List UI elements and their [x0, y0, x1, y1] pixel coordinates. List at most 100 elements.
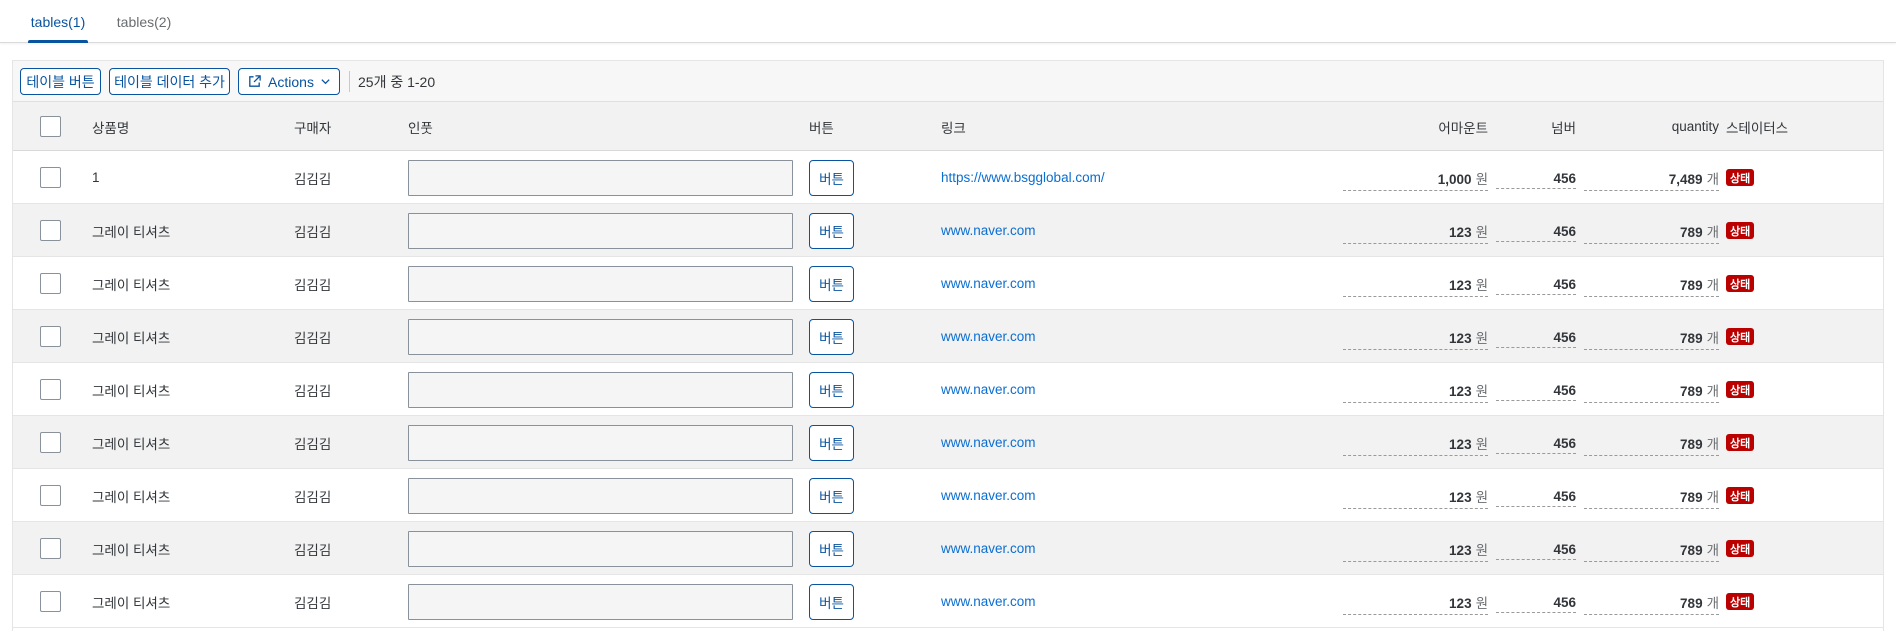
column-header-button: 버튼: [809, 120, 834, 136]
number-value: 456: [1553, 594, 1576, 610]
select-all-checkbox[interactable]: [40, 116, 61, 137]
link-cell: www.naver.com: [941, 204, 1036, 257]
amount-unit: 원: [1475, 331, 1488, 346]
row-button[interactable]: 버튼: [809, 478, 854, 514]
amount-unit: 원: [1475, 278, 1488, 293]
number-value: 456: [1553, 276, 1576, 292]
amount-value: 123: [1449, 437, 1472, 452]
row-input-field[interactable]: [408, 584, 793, 620]
table-row: 그레이 티셔츠 김김김 버튼 www.naver.com 123 원 456 789 개 상태: [13, 469, 1883, 522]
row-link[interactable]: www.naver.com: [941, 541, 1036, 556]
status-badge: 상태: [1726, 275, 1755, 292]
row-checkbox[interactable]: [40, 379, 61, 400]
row-checkbox[interactable]: [40, 485, 61, 506]
row-link[interactable]: www.naver.com: [941, 594, 1036, 609]
quantity-unit: 개: [1706, 437, 1719, 452]
amount-cell: 123 원: [1343, 363, 1488, 416]
number-cell: 456: [1496, 363, 1576, 416]
row-button[interactable]: 버튼: [809, 319, 854, 355]
row-link[interactable]: www.naver.com: [941, 382, 1036, 397]
row-button[interactable]: 버튼: [809, 531, 854, 567]
chevron-down-icon: [320, 76, 331, 87]
product-cell: 그레이 티셔츠: [92, 224, 171, 240]
row-input-field[interactable]: [408, 478, 793, 514]
row-button[interactable]: 버튼: [809, 584, 854, 620]
row-input-field[interactable]: [408, 372, 793, 408]
amount-value: 123: [1449, 278, 1472, 293]
amount-cell: 123 원: [1343, 204, 1488, 257]
row-checkbox[interactable]: [40, 432, 61, 453]
row-checkbox[interactable]: [40, 167, 61, 188]
tab-tables-1[interactable]: tables(1): [28, 0, 88, 43]
quantity-cell: 789 개: [1584, 257, 1719, 310]
buyer-cell: 김김김: [294, 595, 332, 611]
link-cell: www.naver.com: [941, 469, 1036, 522]
row-checkbox[interactable]: [40, 220, 61, 241]
row-link[interactable]: www.naver.com: [941, 223, 1036, 238]
row-link[interactable]: www.naver.com: [941, 276, 1036, 291]
actions-button[interactable]: Actions: [238, 68, 340, 95]
row-button[interactable]: 버튼: [809, 266, 854, 302]
amount-cell: 123 원: [1343, 310, 1488, 363]
row-input-field[interactable]: [408, 425, 793, 461]
product-cell: 그레이 티셔츠: [92, 383, 171, 399]
link-cell: www.naver.com: [941, 310, 1036, 363]
quantity-unit: 개: [1706, 596, 1719, 611]
row-checkbox[interactable]: [40, 591, 61, 612]
row-input-field[interactable]: [408, 266, 793, 302]
tab-tables-2[interactable]: tables(2): [114, 0, 174, 43]
row-button[interactable]: 버튼: [809, 425, 854, 461]
number-value: 456: [1553, 329, 1576, 345]
row-checkbox[interactable]: [40, 326, 61, 347]
row-input-field[interactable]: [408, 531, 793, 567]
row-button[interactable]: 버튼: [809, 160, 854, 196]
table-button[interactable]: 테이블 버튼: [20, 68, 101, 95]
amount-unit: 원: [1475, 225, 1488, 240]
row-button[interactable]: 버튼: [809, 372, 854, 408]
quantity-value: 789: [1680, 437, 1703, 452]
quantity-value: 789: [1680, 490, 1703, 505]
link-cell: https://www.bsgglobal.com/: [941, 151, 1105, 204]
row-button[interactable]: 버튼: [809, 213, 854, 249]
buyer-cell: 김김김: [294, 436, 332, 452]
row-checkbox[interactable]: [40, 273, 61, 294]
row-input-field[interactable]: [408, 213, 793, 249]
tab-label: tables(1): [30, 13, 86, 30]
column-header-amount: 어마운트: [1438, 120, 1488, 136]
product-cell: 그레이 티셔츠: [92, 542, 171, 558]
table: 테이블 버튼 테이블 데이터 추가 Actions 25개 중 1-20 상품명…: [12, 60, 1884, 631]
quantity-value: 789: [1680, 278, 1703, 293]
status-badge: 상태: [1726, 487, 1755, 504]
status-badge: 상태: [1726, 434, 1755, 451]
table-header: 상품명 구매자 인풋 버튼 링크 어마운트 넘버 quantity 스테이터스: [13, 102, 1883, 151]
quantity-value: 7,489: [1668, 172, 1703, 187]
link-cell: www.naver.com: [941, 363, 1036, 416]
number-value: 456: [1553, 170, 1576, 186]
tab-bar: tables(1) tables(2): [0, 0, 1896, 43]
column-header-number: 넘버: [1551, 120, 1576, 136]
row-input-field[interactable]: [408, 319, 793, 355]
table-row: 그레이 티셔츠 김김김 버튼 www.naver.com 123 원 456 789 개 상태: [13, 363, 1883, 416]
quantity-cell: 789 개: [1584, 575, 1719, 628]
number-cell: 456: [1496, 416, 1576, 469]
product-cell: 그레이 티셔츠: [92, 489, 171, 505]
row-link[interactable]: www.naver.com: [941, 488, 1036, 503]
row-link[interactable]: www.naver.com: [941, 435, 1036, 450]
quantity-cell: 789 개: [1584, 522, 1719, 575]
product-cell: 그레이 티셔츠: [92, 436, 171, 452]
quantity-value: 789: [1680, 331, 1703, 346]
amount-cell: 123 원: [1343, 575, 1488, 628]
row-link[interactable]: www.naver.com: [941, 329, 1036, 344]
row-input-field[interactable]: [408, 160, 793, 196]
buyer-cell: 김김김: [294, 224, 332, 240]
column-header-quantity: quantity: [1671, 119, 1719, 134]
add-table-data-button[interactable]: 테이블 데이터 추가: [109, 68, 230, 95]
share-external-icon: [247, 74, 262, 89]
row-link[interactable]: https://www.bsgglobal.com/: [941, 170, 1105, 185]
row-checkbox[interactable]: [40, 538, 61, 559]
column-header-status: 스테이터스: [1726, 120, 1789, 136]
link-cell: www.naver.com: [941, 575, 1036, 628]
buyer-cell: 김김김: [294, 542, 332, 558]
quantity-unit: 개: [1706, 278, 1719, 293]
column-header-link: 링크: [941, 120, 966, 136]
